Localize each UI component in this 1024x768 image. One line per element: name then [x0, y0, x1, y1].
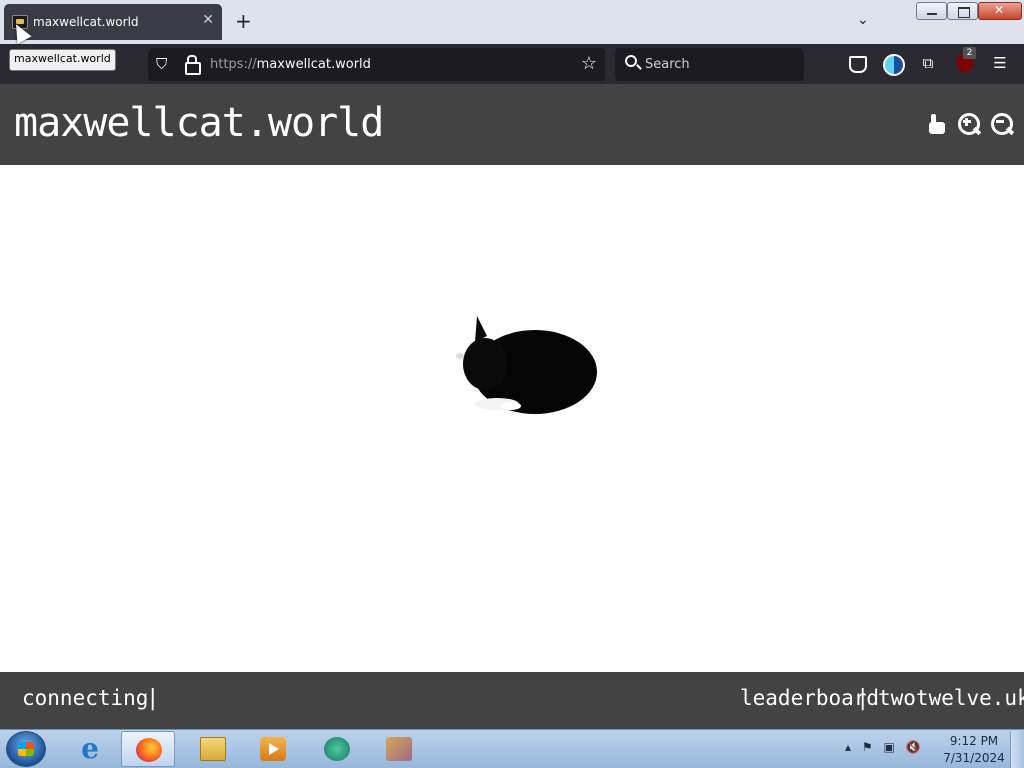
page-title: maxwellcat.world — [14, 100, 384, 146]
chat-icon — [324, 737, 350, 761]
search-box[interactable] — [615, 48, 804, 81]
dark-reader-icon[interactable] — [882, 53, 905, 76]
close-window-button[interactable] — [978, 2, 1022, 20]
hand-cursor-icon[interactable] — [925, 112, 949, 136]
new-tab-button[interactable]: + — [235, 10, 252, 32]
start-button[interactable] — [6, 731, 46, 767]
system-tray: ▴ ⚑ ▣ 🔇 — [845, 740, 928, 754]
star-icon[interactable]: ☆ — [581, 53, 597, 74]
ublock-icon[interactable]: 2 — [955, 47, 976, 73]
tab-strip: maxwellcat.world ✕ + ⌄ — [0, 0, 1024, 44]
extensions-icon[interactable]: ⧉ — [918, 53, 938, 73]
search-input[interactable] — [645, 54, 795, 74]
clock-time: 9:12 PM — [949, 734, 999, 748]
show-desktop-button[interactable] — [1010, 731, 1024, 768]
zoom-out-icon[interactable] — [990, 112, 1014, 136]
windows-explorer-button[interactable] — [186, 731, 240, 767]
zoom-in-icon[interactable] — [957, 112, 981, 136]
media-player-button[interactable] — [246, 731, 300, 767]
list-all-tabs-icon[interactable]: ⌄ — [857, 12, 869, 28]
address-bar[interactable]: ⛉ https://maxwellcat.world ☆ — [148, 48, 605, 81]
shield-icon[interactable]: ⛉ — [156, 55, 167, 73]
hamburger-menu-icon[interactable]: ☰ — [990, 53, 1010, 73]
url-text[interactable]: https://maxwellcat.world — [210, 57, 371, 72]
restore-button[interactable] — [947, 2, 978, 20]
action-center-flag-icon[interactable]: ⚑ — [862, 740, 873, 754]
window-controls — [916, 2, 1022, 20]
tab-tooltip: maxwellcat.world — [9, 49, 116, 71]
network-icon[interactable]: ▣ — [883, 740, 894, 754]
clock-date: 7/31/2024 — [943, 751, 1005, 765]
folder-icon — [200, 737, 226, 761]
pocket-icon[interactable] — [846, 53, 867, 73]
volume-muted-icon[interactable]: 🔇 — [906, 740, 921, 754]
connection-status: connecting — [22, 686, 149, 710]
close-tab-icon[interactable]: ✕ — [202, 12, 214, 28]
footer-separator: | — [859, 686, 867, 711]
show-hidden-icon[interactable]: ▴ — [845, 740, 851, 754]
footer-separator: | — [149, 686, 157, 711]
photos-icon — [386, 737, 412, 761]
media-player-icon — [260, 737, 286, 761]
internet-explorer-icon: e — [81, 732, 99, 765]
chat-app-button[interactable] — [310, 731, 364, 767]
internet-explorer-button[interactable]: e — [63, 731, 117, 767]
minimize-button[interactable] — [916, 2, 947, 20]
firefox-icon — [136, 738, 162, 762]
search-icon — [625, 55, 637, 67]
taskbar-clock[interactable]: 9:12 PM 7/31/2024 — [941, 733, 1007, 767]
twotwelve-link[interactable]: twotwelve.uk — [878, 686, 1024, 710]
browser-tab[interactable]: maxwellcat.world ✕ — [4, 4, 222, 40]
url-protocol: https:// — [210, 57, 257, 72]
ublock-badge: 2 — [963, 47, 976, 59]
maxwell-cat-model[interactable] — [455, 312, 600, 422]
url-host: maxwellcat.world — [256, 57, 371, 72]
lock-icon[interactable] — [184, 55, 201, 75]
photos-app-button[interactable] — [372, 731, 426, 767]
tab-title: maxwellcat.world — [33, 15, 139, 29]
firefox-button[interactable] — [121, 731, 175, 767]
